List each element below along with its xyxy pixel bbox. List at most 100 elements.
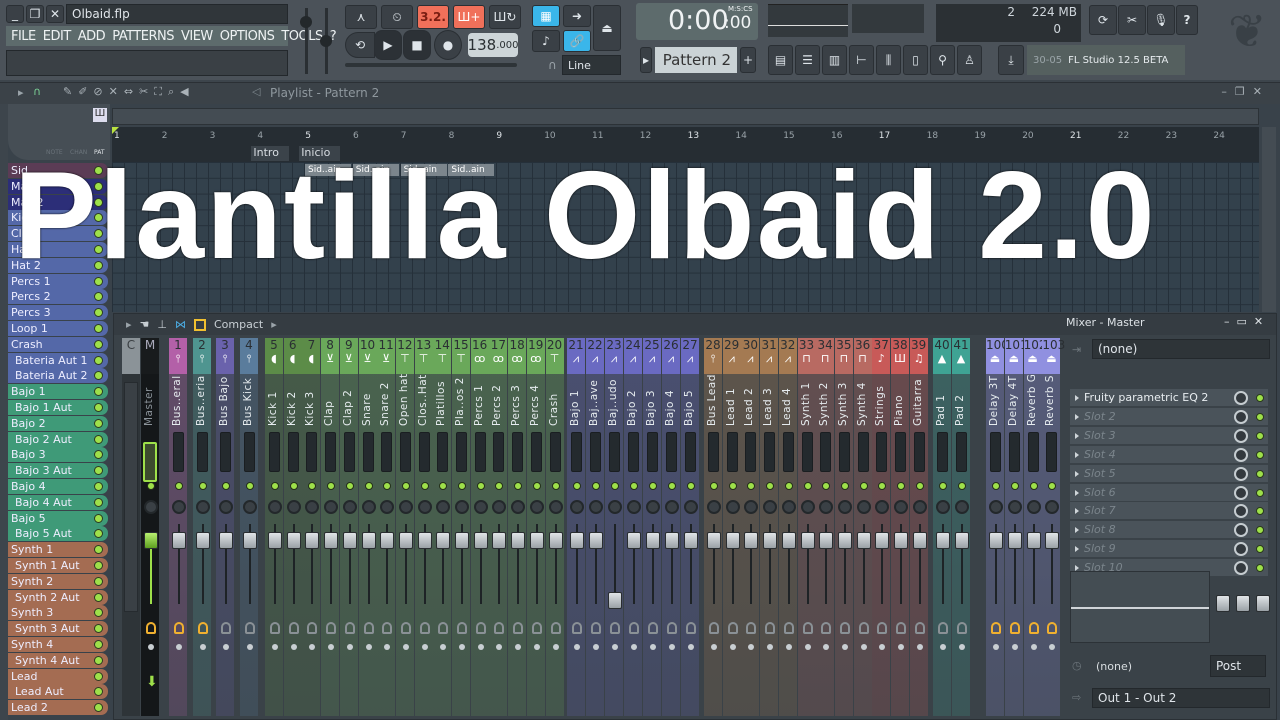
download-icon[interactable]: ⤓ (998, 45, 1024, 75)
route-icon[interactable] (783, 622, 794, 634)
add-pattern-button[interactable]: + (740, 47, 756, 73)
mixer-insert[interactable]: 37 ♪ Strings (872, 338, 891, 716)
playlist-track[interactable]: Bajo 1 (8, 384, 108, 400)
route-icon[interactable] (198, 622, 208, 634)
route-icon[interactable] (400, 622, 411, 634)
playlist-track[interactable]: Bajo 4 Aut (8, 494, 108, 510)
cut-tools-icon[interactable]: ✂ (1118, 5, 1146, 35)
insert-volume-fader[interactable] (172, 532, 186, 549)
slot-mix-knob[interactable] (1234, 391, 1248, 405)
playlist-track[interactable]: Lead (8, 668, 108, 684)
touch-keyboard-icon[interactable]: ♙ (957, 45, 982, 75)
insert-volume-fader[interactable] (529, 532, 544, 549)
insert-dot[interactable] (477, 644, 484, 650)
playlist-track[interactable]: Synth 1 (8, 542, 108, 558)
browser-icon[interactable]: ⊢ (849, 45, 874, 75)
mixer-insert[interactable]: 7 ◖ Kick 3 (302, 338, 321, 716)
playlist-tools-icons[interactable]: ✎✐⊘✕⇔✂⛶⌕◀ (63, 85, 195, 99)
playlist-track[interactable]: Synth 2 Aut (8, 589, 108, 605)
track-mute-led[interactable] (94, 513, 103, 523)
route-icon[interactable] (839, 622, 850, 634)
mixer-view-arrow[interactable]: ▸ (271, 318, 277, 331)
slot-mix-knob[interactable] (1234, 409, 1248, 424)
insert-volume-fader[interactable] (455, 532, 469, 549)
step-edit-button[interactable]: ➜ (563, 5, 591, 27)
song-position-slider[interactable] (345, 63, 517, 67)
insert-dot[interactable] (515, 644, 522, 650)
slot-expand-icon[interactable] (1075, 395, 1079, 401)
menu-add[interactable]: ADD (78, 29, 106, 44)
master-strip[interactable]: M Master ⬇ (141, 338, 159, 716)
insert-pan-knob[interactable] (665, 500, 679, 514)
insert-volume-fader[interactable] (243, 532, 257, 549)
mixer-hand-icon[interactable]: ☚ (140, 318, 150, 331)
close-button[interactable]: ✕ (46, 5, 64, 23)
mixer-insert[interactable]: 17 ꝏ Percs 2 (489, 338, 508, 716)
mixer-insert[interactable]: 40 ▲ Pad 1 (933, 338, 951, 716)
insert-volume-fader[interactable] (1026, 532, 1041, 549)
insert-pan-knob[interactable] (955, 500, 969, 514)
insert-volume-fader[interactable] (286, 532, 301, 549)
insert-dot[interactable] (612, 644, 618, 650)
mixer-insert[interactable]: 18 ꝏ Percs 3 (508, 338, 527, 716)
menu-patterns[interactable]: PATTERNS (112, 29, 174, 44)
metronome-button[interactable]: ⋏ (345, 5, 377, 29)
slot-mix-knob[interactable] (1234, 523, 1248, 538)
route-icon[interactable] (550, 622, 561, 634)
insert-pan-knob[interactable] (398, 500, 413, 514)
insert-dot[interactable] (898, 644, 904, 650)
slot-expand-icon[interactable] (1075, 508, 1079, 515)
slot-enable-led[interactable] (1256, 507, 1264, 516)
mixer-insert[interactable]: 19 ꝏ Percs 4 (526, 338, 545, 716)
track-mute-led[interactable] (94, 608, 103, 618)
menu-tools[interactable]: TOOLS (281, 29, 323, 44)
insert-dot[interactable] (309, 644, 316, 650)
insert-volume-fader[interactable] (763, 532, 778, 549)
mixer-insert[interactable]: 31 ⩘ Lead 3 (760, 338, 779, 716)
insert-enable-led[interactable] (1048, 482, 1057, 490)
mixer-insert[interactable]: 25 ⩘ Bajo 3 (643, 338, 661, 716)
insert-pan-knob[interactable] (744, 500, 759, 514)
insert-volume-fader[interactable] (380, 532, 395, 549)
time-display[interactable]: 0:00 :00 M:S:CS (636, 3, 758, 40)
mixer-insert[interactable]: 39 ♫ Guitarra (909, 338, 928, 716)
insert-volume-fader[interactable] (725, 532, 740, 549)
insert-volume-fader[interactable] (268, 532, 282, 549)
menu-edit[interactable]: EDIT (43, 29, 72, 44)
insert-volume-fader[interactable] (875, 532, 890, 549)
effect-slot[interactable]: Slot 3 (1070, 426, 1268, 445)
mixer-insert[interactable]: 103 ⏏ Reverb S (1042, 338, 1065, 716)
playlist-track[interactable]: Lead 2 (8, 700, 108, 716)
mixer-insert[interactable]: 6 ◖ Kick 2 (283, 338, 302, 716)
playlist-track[interactable]: Bajo 5 (8, 510, 108, 526)
track-mute-led[interactable] (94, 339, 103, 349)
eq-high-fader[interactable] (1256, 595, 1270, 612)
insert-dot[interactable] (200, 644, 206, 650)
route-icon[interactable] (858, 622, 869, 634)
route-icon[interactable] (245, 622, 255, 634)
playlist-scrollbar[interactable] (112, 108, 1259, 125)
slot-enable-led[interactable] (1256, 450, 1264, 459)
mixer-insert[interactable]: 30 ⩘ Lead 2 (741, 338, 760, 716)
mixer-bowtie-icon[interactable]: ⋈ (175, 318, 186, 331)
link-button[interactable]: 🔗 (563, 30, 591, 52)
insert-pan-knob[interactable] (492, 500, 507, 514)
mixer-insert[interactable]: 101 ⏏ Delay 4T (1004, 338, 1028, 716)
magnet-icon[interactable]: ∩ (33, 85, 41, 98)
insert-dot[interactable] (650, 644, 656, 650)
track-mute-led[interactable] (94, 497, 103, 507)
master-dot[interactable] (148, 644, 154, 650)
track-mute-led[interactable] (94, 387, 103, 397)
route-icon[interactable] (1047, 622, 1058, 634)
insert-pan-knob[interactable] (380, 500, 395, 514)
insert-volume-fader[interactable] (548, 532, 563, 549)
slot-expand-icon[interactable] (1075, 451, 1079, 458)
effect-slot[interactable]: Slot 8 (1070, 521, 1268, 540)
track-mute-led[interactable] (94, 529, 103, 539)
insert-volume-fader[interactable] (398, 532, 413, 549)
insert-dot[interactable] (804, 644, 811, 650)
slot-enable-led[interactable] (1256, 545, 1264, 554)
insert-volume-fader[interactable] (744, 532, 759, 549)
mixer-insert[interactable]: 22 ⩘ Baj..ave (586, 338, 604, 716)
insert-volume-fader[interactable] (684, 532, 698, 549)
